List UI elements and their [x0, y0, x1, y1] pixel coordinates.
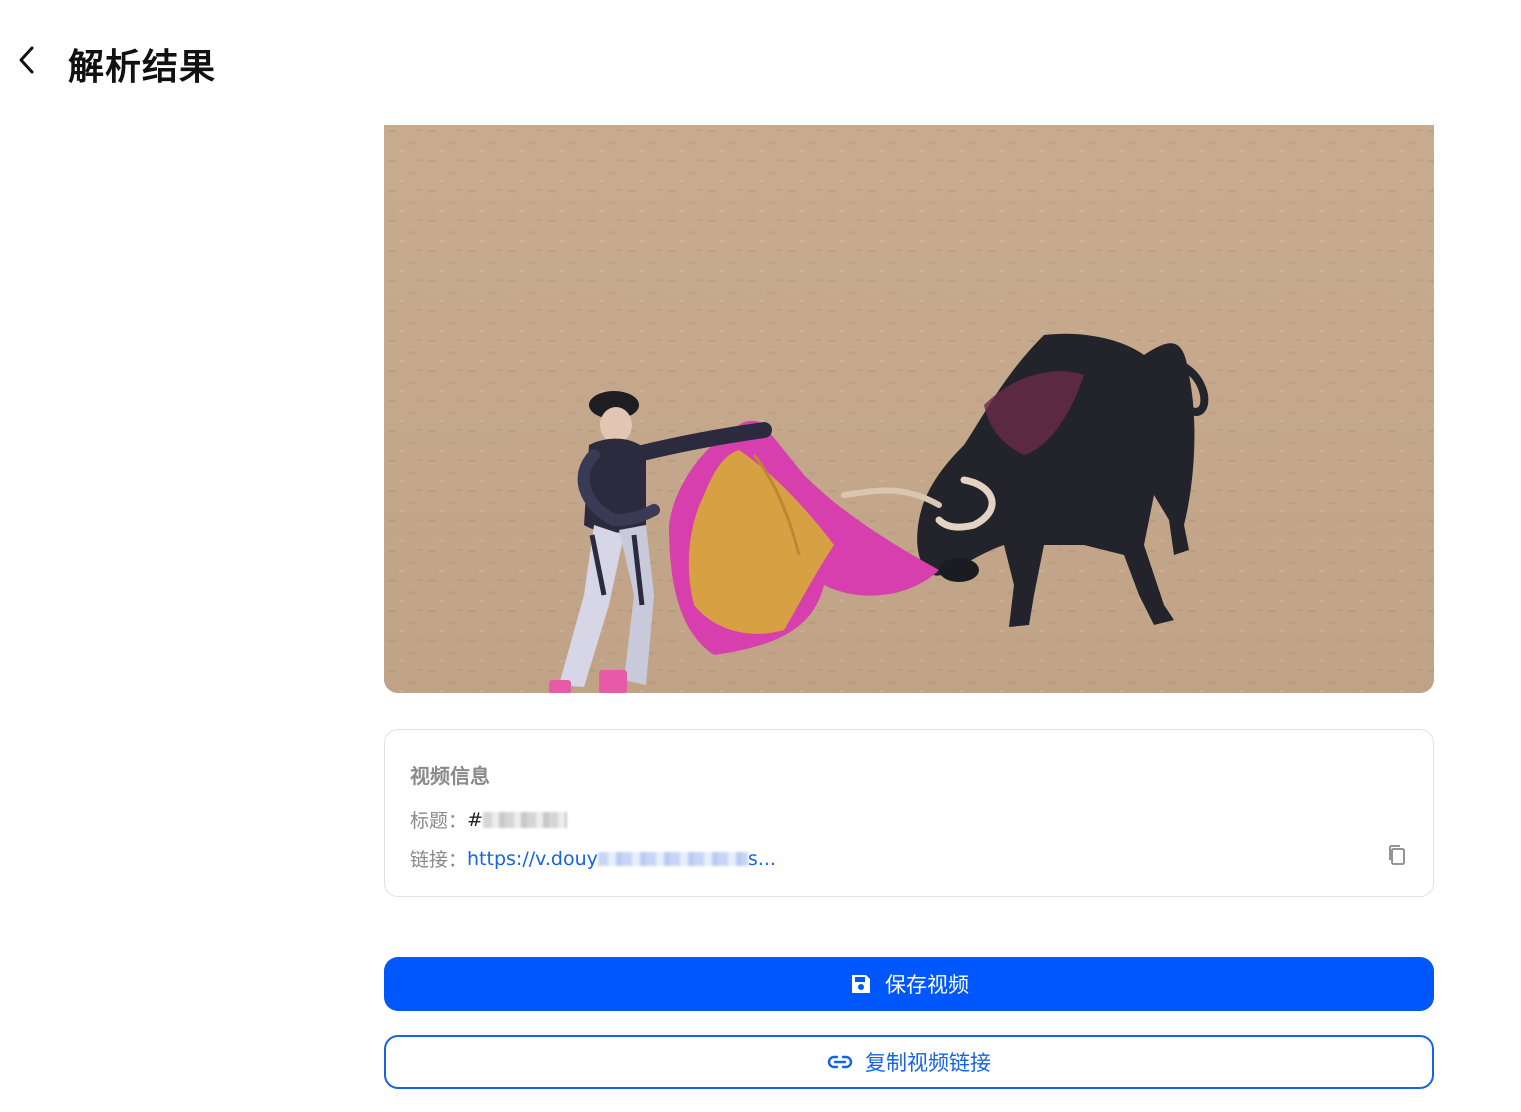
video-thumbnail [384, 125, 1434, 693]
link-prefix[interactable]: https://v.douy [467, 848, 598, 870]
save-video-button[interactable]: 保存视频 [384, 957, 1434, 1011]
video-info-heading: 视频信息 [410, 764, 490, 788]
copy-video-link-button[interactable]: 复制视频链接 [384, 1035, 1434, 1089]
app-header: 解析结果 [0, 0, 1521, 120]
title-label: 标题： [410, 810, 468, 832]
copy-video-link-label: 复制视频链接 [865, 1052, 991, 1075]
title-row: 标题： # [410, 806, 567, 833]
video-info-card: 视频信息 标题： # 链接： https://v.douy s... [384, 729, 1434, 897]
link-icon [827, 1050, 853, 1074]
link-suffix[interactable]: s... [748, 848, 776, 870]
page-title: 解析结果 [68, 47, 217, 88]
save-video-label: 保存视频 [885, 974, 969, 997]
redacted-title [482, 811, 567, 828]
save-icon [849, 972, 873, 996]
link-row: 链接： https://v.douy s... [410, 845, 776, 872]
redacted-link [597, 851, 748, 866]
link-label: 链接： [410, 849, 468, 871]
video-preview[interactable] [384, 125, 1434, 693]
back-button[interactable] [10, 40, 44, 80]
title-value: # [467, 808, 483, 831]
copy-icon[interactable] [1385, 843, 1409, 867]
chevron-left-icon [19, 46, 34, 74]
